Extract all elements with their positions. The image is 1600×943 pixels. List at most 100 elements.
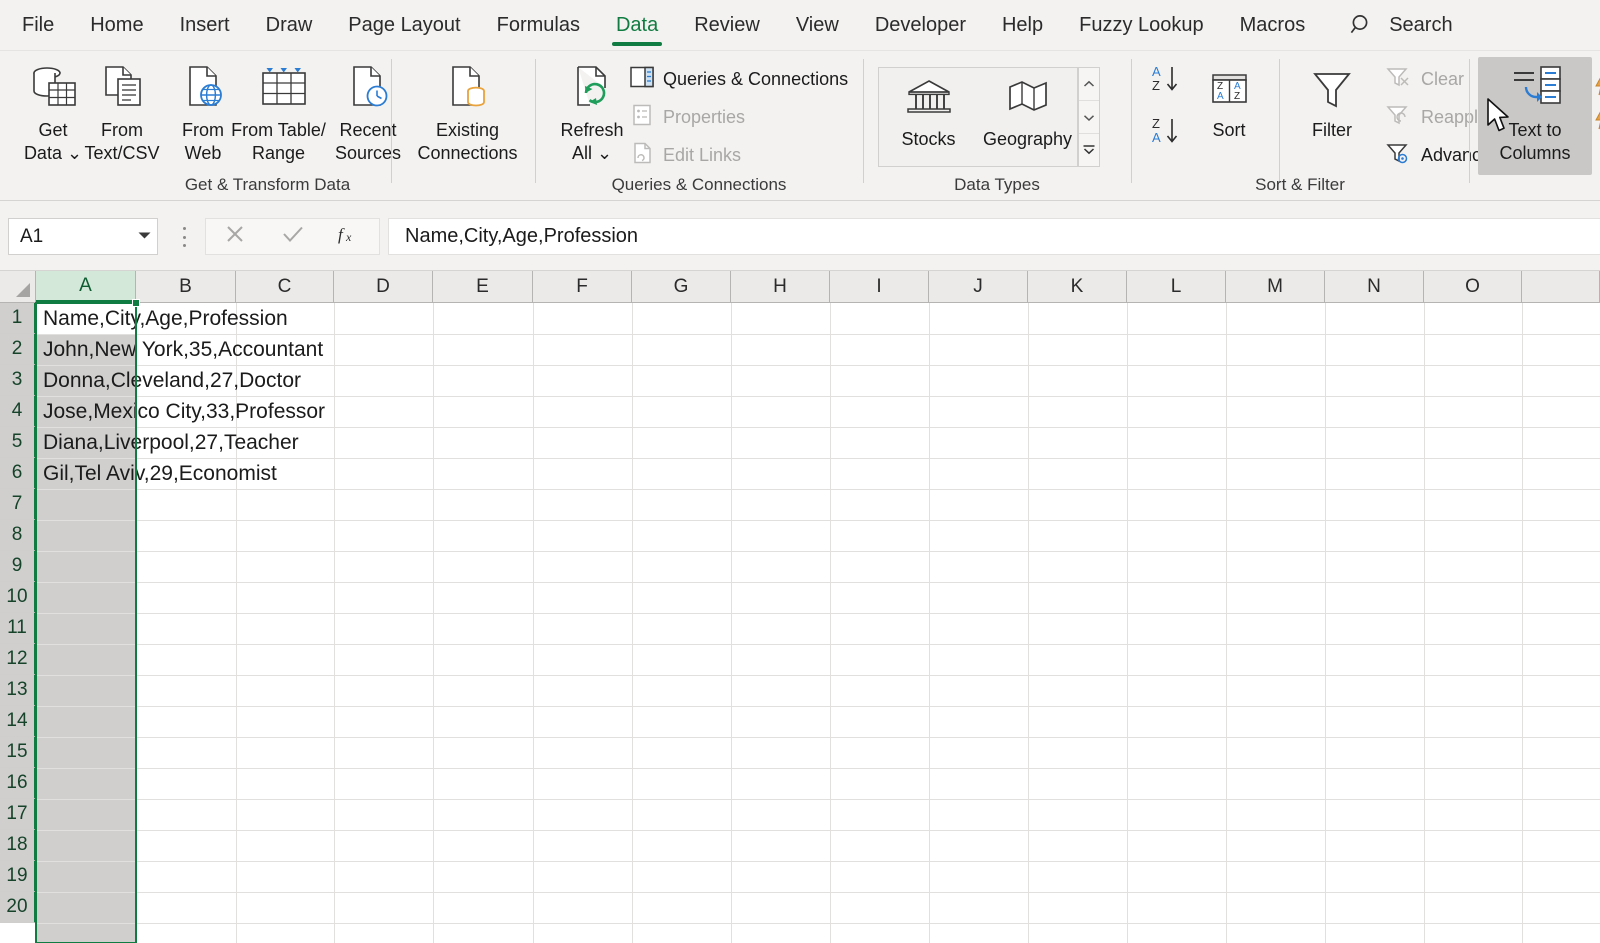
ribbon-tab-home[interactable]: Home [72,0,161,51]
row-header-19[interactable]: 19 [0,861,36,892]
column-header-O[interactable]: O [1424,271,1522,303]
ribbon-tab-help[interactable]: Help [984,0,1061,51]
ribbon-search[interactable]: Search [1349,12,1452,38]
ribbon-tab-view[interactable]: View [778,0,857,51]
ribbon-tab-label: Formulas [497,14,580,37]
row-header-16[interactable]: 16 [0,768,36,799]
column-header-C[interactable]: C [236,271,334,303]
group-get-transform-data: Get Data ⌄ From Te [0,51,535,201]
ribbon-tab-label: Insert [180,14,230,37]
existing-connections-button[interactable]: Existing Connections [405,57,530,175]
ribbon-tab-draw[interactable]: Draw [248,0,331,51]
ribbon-tab-label: Draw [266,14,313,37]
row-header-10[interactable]: 10 [0,582,36,613]
ribbon-tab-page-layout[interactable]: Page Layout [330,0,478,51]
data-types-scrollbar[interactable] [1078,67,1100,167]
row-header-17[interactable]: 17 [0,799,36,830]
column-header-G[interactable]: G [632,271,731,303]
ribbon-tab-insert[interactable]: Insert [162,0,248,51]
formula-bar-grip[interactable] [181,227,187,247]
column-header-I[interactable]: I [830,271,929,303]
row-header-4[interactable]: 4 [0,396,36,427]
column-header-E[interactable]: E [433,271,533,303]
pane-icon [630,66,654,93]
row-header-2[interactable]: 2 [0,334,36,365]
formula-input[interactable]: Name,City,Age,Profession [388,218,1600,255]
cancel-entry-button[interactable] [206,223,264,250]
row-header-1[interactable]: 1 [0,303,36,334]
text-to-columns-button[interactable]: Text to Columns [1478,57,1592,175]
confirm-entry-button[interactable] [264,223,322,250]
queries-and-connections-button[interactable]: Queries & Connections [626,63,852,96]
group-queries-connections: Refresh All ⌄ Queries & Connections [536,51,862,201]
row-header-14[interactable]: 14 [0,706,36,737]
gridline-horizontal [36,613,1600,614]
scroll-down-icon[interactable] [1079,100,1099,133]
geography-button[interactable]: Geography [978,68,1077,166]
insert-function-button[interactable]: f x [321,222,379,251]
fx-icon: f x [335,222,365,251]
cell-area[interactable]: Name,City,Age,ProfessionJohn,New York,35… [36,303,1600,943]
column-header-N[interactable]: N [1325,271,1424,303]
stocks-button[interactable]: Stocks [879,68,978,166]
funnel-reapply-icon [1386,103,1412,132]
ribbon-tab-label: Home [90,14,143,37]
column-header-D[interactable]: D [334,271,433,303]
from-table-range-button[interactable]: From Table/ Range [226,57,331,175]
gridline-vertical [1325,303,1326,943]
row-header-13[interactable]: 13 [0,675,36,706]
row-header-12[interactable]: 12 [0,644,36,675]
ribbon-tab-fuzzy-lookup[interactable]: Fuzzy Lookup [1061,0,1222,51]
column-header-A[interactable]: A [36,271,136,303]
row-header-6[interactable]: 6 [0,458,36,489]
row-header-15[interactable]: 15 [0,737,36,768]
ribbon-tab-developer[interactable]: Developer [857,0,984,51]
row-header-3[interactable]: 3 [0,365,36,396]
column-header-J[interactable]: J [929,271,1028,303]
row-header-20[interactable]: 20 [0,892,36,923]
filter-button[interactable]: Filter [1292,57,1372,175]
properties-label: Properties [663,107,745,128]
column-header-partial[interactable] [1522,271,1600,303]
selection-fill-handle[interactable] [132,299,140,307]
ribbon-tab-label: Help [1002,14,1043,37]
data-types-gallery: Stocks Geography [878,67,1078,167]
column-header-K[interactable]: K [1028,271,1127,303]
column-header-L[interactable]: L [1127,271,1226,303]
more-icon[interactable] [1079,133,1099,166]
map-icon [1005,77,1051,124]
search-icon [1349,12,1375,38]
ribbon-tab-bar: File Home Insert Draw Page Layout Formulas Dat… [0,0,1600,51]
row-header-11[interactable]: 11 [0,613,36,644]
recent-sources-button[interactable]: Recent Sources [320,57,416,175]
ribbon-tab-review[interactable]: Review [676,0,778,51]
stocks-label: Stocks [901,129,955,150]
ribbon-tab-data[interactable]: Data [598,0,676,51]
ribbon-tab-formulas[interactable]: Formulas [479,0,598,51]
sort-button[interactable]: Z A A Z Sort [1190,57,1268,175]
row-header-7[interactable]: 7 [0,489,36,520]
column-header-F[interactable]: F [533,271,632,303]
column-header-B[interactable]: B [136,271,236,303]
column-header-H[interactable]: H [731,271,830,303]
close-icon [224,223,246,250]
row-header-18[interactable]: 18 [0,830,36,861]
row-header-5[interactable]: 5 [0,427,36,458]
gridline-vertical [632,303,633,943]
select-all-button[interactable] [0,271,36,303]
chevron-down-icon[interactable] [131,231,157,242]
name-box[interactable]: A1 [8,218,158,255]
row-header-9[interactable]: 9 [0,551,36,582]
check-icon [281,223,305,250]
row-header-8[interactable]: 8 [0,520,36,551]
ribbon-tab-label: Macros [1240,14,1306,37]
group-data-tools: Text to Columns [1470,51,1600,201]
gridline-vertical [334,303,335,943]
gridline-vertical [1127,303,1128,943]
ribbon-tab-macros[interactable]: Macros [1222,0,1324,51]
bank-icon [906,77,952,124]
scroll-up-icon[interactable] [1079,68,1099,100]
column-header-M[interactable]: M [1226,271,1325,303]
document-text-icon [94,57,150,113]
ribbon-tab-file[interactable]: File [0,0,72,51]
